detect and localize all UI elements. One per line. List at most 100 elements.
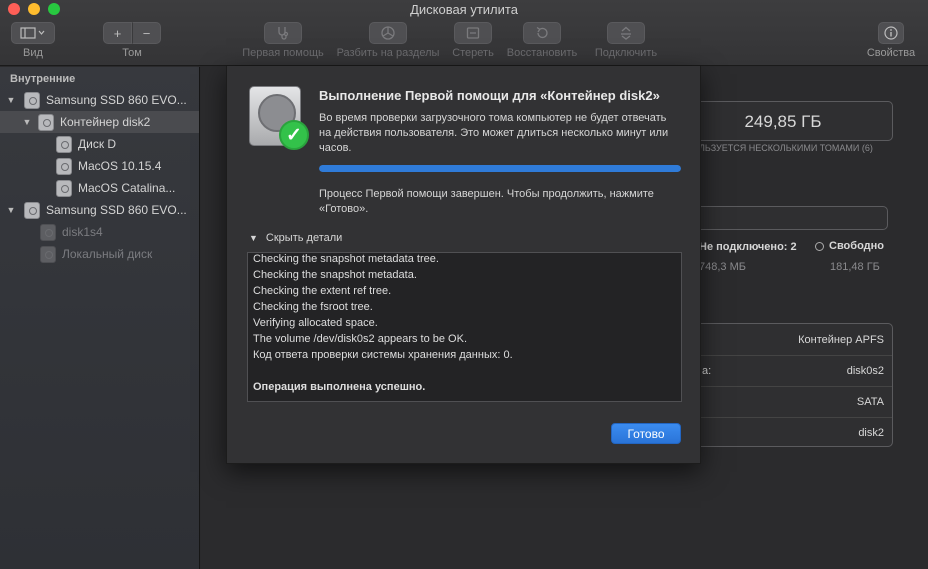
log-line: Код ответа проверки системы хранения дан…: [253, 349, 513, 361]
erase-control[interactable]: Стереть: [449, 22, 497, 59]
restore-icon: [536, 26, 548, 39]
capacity-caption: ЛЬЗУЕТСЯ НЕСКОЛЬКИМИ ТОМАМИ (6): [699, 143, 873, 153]
view-control[interactable]: Вид: [10, 22, 56, 59]
drive-icon: [24, 91, 40, 109]
sidebar-item-disk1s4[interactable]: disk1s4: [0, 221, 199, 243]
sidebar-item-label: disk1s4: [62, 225, 103, 239]
details-toggle[interactable]: ▼ Скрыть детали: [249, 232, 342, 244]
free-legend: Свободно: [815, 240, 884, 252]
details-log[interactable]: Checking the snapshot metadata tree. Che…: [247, 252, 682, 402]
info-label: Свойства: [866, 47, 916, 59]
mount-icon: [621, 26, 631, 40]
stethoscope-icon: [278, 27, 289, 40]
volume-icon: [40, 245, 56, 263]
sidebar-item-container-disk2[interactable]: ▼ Контейнер disk2: [0, 111, 199, 133]
progress-bar: [319, 165, 681, 172]
first-aid-control[interactable]: Первая помощь: [238, 22, 328, 59]
not-mounted-label: Не подключено: 2: [699, 241, 797, 253]
log-line: Verifying allocated space.: [253, 317, 378, 329]
sidebar-item-disk0[interactable]: ▼ Samsung SSD 860 EVO...: [0, 89, 199, 111]
sidebar-item-macos-10154[interactable]: MacOS 10.15.4: [0, 155, 199, 177]
sidebar-item-label: Samsung SSD 860 EVO...: [46, 203, 187, 217]
capacity-value: 249,85 ГБ: [744, 112, 822, 131]
volume-icon: [56, 157, 72, 175]
disclosure-triangle-icon: ▼: [249, 233, 258, 243]
mount-button[interactable]: [607, 22, 645, 44]
info-icon: [884, 26, 898, 40]
free-legend-swatch: [815, 241, 824, 251]
volume-icon: [56, 135, 72, 153]
info-row-value: disk0s2: [846, 365, 884, 377]
view-label: Вид: [23, 47, 43, 59]
info-row-label: а:: [702, 365, 712, 377]
first-aid-label: Первая помощь: [242, 47, 324, 59]
sidebar-item-macos-catalina[interactable]: MacOS Catalina...: [0, 177, 199, 199]
first-aid-button[interactable]: [264, 22, 302, 44]
sidebar-item-label: Samsung SSD 860 EVO...: [46, 93, 187, 107]
disclosure-triangle-icon[interactable]: ▼: [22, 117, 32, 127]
info-control[interactable]: Свойства: [862, 22, 920, 59]
volume-icon: [56, 179, 72, 197]
partition-button[interactable]: [369, 22, 407, 44]
free-size: 181,48 ГБ: [830, 261, 880, 273]
sidebar-section-internal: Внутренние: [10, 73, 76, 85]
add-volume-button[interactable]: +: [103, 22, 132, 44]
sidebar-item-label: Локальный диск: [62, 247, 153, 261]
log-line: The volume /dev/disk0s2 appears to be OK…: [253, 333, 468, 345]
erase-button[interactable]: [454, 22, 492, 44]
usage-bar: [671, 206, 888, 230]
container-icon: [38, 113, 54, 131]
restore-button[interactable]: [523, 22, 561, 44]
volume-label: Том: [122, 47, 142, 59]
log-line: Checking the snapshot metadata tree.: [253, 253, 439, 265]
checkmark-icon: ✓: [279, 120, 309, 150]
info-row-value: SATA: [856, 396, 884, 408]
info-button[interactable]: [878, 22, 904, 44]
log-line: Checking the extent ref tree.: [253, 285, 392, 297]
log-line-result: Операция выполнена успешно.: [253, 381, 426, 393]
capacity-card: 249,85 ГБ: [671, 101, 893, 141]
sidebar-item-label: MacOS 10.15.4: [78, 159, 162, 173]
sidebar-item-label: Диск D: [78, 137, 117, 151]
disclosure-triangle-icon[interactable]: ▼: [6, 205, 16, 215]
sidebar-view-button[interactable]: [11, 22, 55, 44]
sidebar-icon: [20, 27, 45, 39]
info-row-value: disk2: [858, 427, 884, 439]
drive-icon: [24, 201, 40, 219]
restore-label: Восстановить: [506, 47, 578, 59]
partition-label: Разбить на разделы: [336, 47, 440, 59]
sidebar-item-label: Контейнер disk2: [60, 115, 151, 129]
log-line: Checking the fsroot tree.: [253, 301, 373, 313]
sidebar-item-disk1[interactable]: ▼ Samsung SSD 860 EVO...: [0, 199, 199, 221]
restore-control[interactable]: Восстановить: [501, 22, 583, 59]
toolbar: Дисковая утилита Вид + − Том Первая помо…: [0, 0, 928, 66]
window-title: Дисковая утилита: [410, 2, 518, 17]
info-row-value: Контейнер APFS: [798, 334, 884, 346]
done-button[interactable]: Готово: [611, 423, 681, 444]
partition-pie-icon: [381, 26, 395, 40]
sidebar-item-label: MacOS Catalina...: [78, 181, 176, 195]
partition-control[interactable]: Разбить на разделы: [332, 22, 444, 59]
info-table: Контейнер APFS а: disk0s2 SATA disk2: [671, 323, 893, 447]
sidebar: Внутренние ▼ Samsung SSD 860 EVO... ▼ Ко…: [0, 67, 200, 569]
volume-icon: [40, 223, 56, 241]
details-toggle-label: Скрыть детали: [265, 232, 343, 244]
not-mounted-size: 748,3 МБ: [699, 261, 746, 273]
erase-icon: [466, 27, 480, 39]
mount-control[interactable]: Подключить: [588, 22, 664, 59]
erase-label: Стереть: [452, 47, 494, 59]
disclosure-triangle-icon[interactable]: ▼: [6, 95, 16, 105]
first-aid-dialog: ✓ Выполнение Первой помощи для «Контейне…: [226, 66, 701, 464]
mount-label: Подключить: [594, 47, 658, 59]
remove-volume-button[interactable]: −: [132, 22, 161, 44]
sidebar-item-disk-d[interactable]: Диск D: [0, 133, 199, 155]
free-label: Свободно: [829, 240, 884, 252]
progress-fill: [319, 165, 681, 172]
dialog-description: Во время проверки загрузочного тома комп…: [319, 112, 669, 154]
dialog-title: Выполнение Первой помощи для «Контейнер …: [319, 88, 660, 103]
dialog-status: Процесс Первой помощи завершен. Чтобы пр…: [319, 188, 654, 215]
sidebar-item-local-disk[interactable]: Локальный диск: [0, 243, 199, 265]
volume-control: + − Том: [103, 22, 161, 59]
log-line: Checking the snapshot metadata.: [253, 269, 417, 281]
